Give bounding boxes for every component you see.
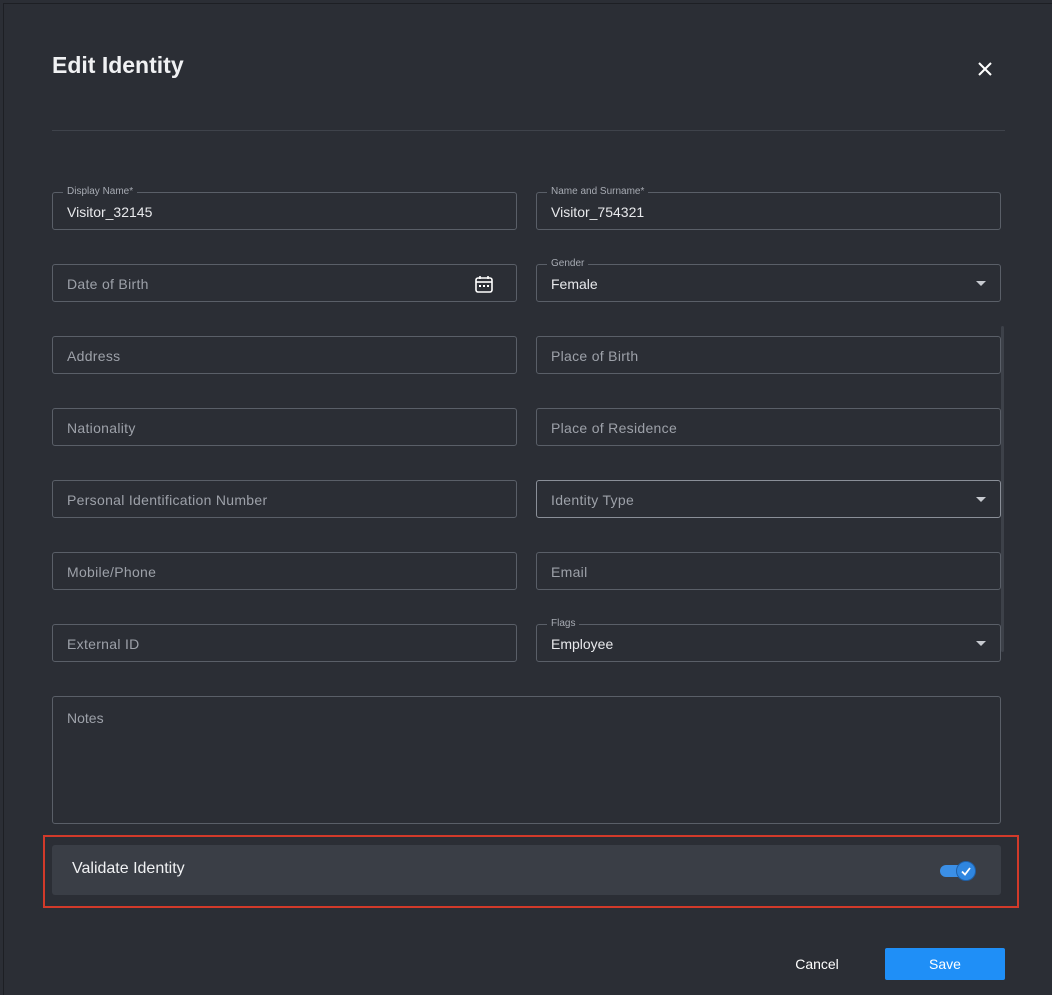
validate-identity-label: Validate Identity bbox=[72, 860, 185, 877]
flags-value: Employee bbox=[551, 636, 614, 652]
place-of-residence-field[interactable]: Place of Residence bbox=[536, 408, 1001, 446]
display-name-field[interactable]: Display Name* Visitor_32145 bbox=[52, 186, 517, 230]
cancel-button[interactable]: Cancel bbox=[774, 948, 860, 980]
email-placeholder: Email bbox=[551, 564, 588, 580]
save-button[interactable]: Save bbox=[885, 948, 1005, 980]
display-name-label: Display Name* bbox=[63, 186, 138, 198]
calendar-icon[interactable] bbox=[474, 274, 494, 294]
name-surname-field[interactable]: Name and Surname* Visitor_754321 bbox=[536, 186, 1001, 230]
mobile-phone-field[interactable]: Mobile/Phone bbox=[52, 552, 517, 590]
nationality-placeholder: Nationality bbox=[67, 420, 136, 436]
address-field[interactable]: Address bbox=[52, 336, 517, 374]
chevron-down-icon bbox=[976, 641, 986, 646]
chevron-down-icon bbox=[976, 281, 986, 286]
identity-type-placeholder: Identity Type bbox=[551, 492, 635, 508]
toggle-knob bbox=[956, 861, 976, 881]
chevron-down-icon bbox=[976, 497, 986, 502]
pin-field[interactable]: Personal Identification Number bbox=[52, 480, 517, 518]
validate-identity-row: Validate Identity bbox=[52, 845, 1001, 895]
display-name-value: Visitor_32145 bbox=[67, 204, 153, 220]
nationality-field[interactable]: Nationality bbox=[52, 408, 517, 446]
gender-label: Gender bbox=[547, 258, 589, 270]
mobile-phone-placeholder: Mobile/Phone bbox=[67, 564, 157, 580]
external-id-placeholder: External ID bbox=[67, 636, 140, 652]
external-id-field[interactable]: External ID bbox=[52, 624, 517, 662]
identity-type-select[interactable]: Identity Type bbox=[536, 480, 1001, 518]
flags-select[interactable]: Flags Employee bbox=[536, 618, 1001, 662]
place-of-birth-field[interactable]: Place of Birth bbox=[536, 336, 1001, 374]
place-of-birth-placeholder: Place of Birth bbox=[551, 348, 639, 364]
name-surname-value: Visitor_754321 bbox=[551, 204, 645, 220]
notes-placeholder: Notes bbox=[67, 710, 104, 726]
edit-identity-dialog: Edit Identity Display Name* Visitor_3214… bbox=[3, 3, 1052, 995]
date-of-birth-field[interactable]: Date of Birth bbox=[52, 264, 517, 302]
address-placeholder: Address bbox=[67, 348, 121, 364]
close-icon bbox=[978, 62, 992, 76]
check-icon bbox=[961, 867, 971, 876]
gender-value: Female bbox=[551, 276, 598, 292]
validate-identity-toggle[interactable] bbox=[940, 861, 978, 881]
place-of-residence-placeholder: Place of Residence bbox=[551, 420, 678, 436]
close-button[interactable] bbox=[972, 56, 998, 82]
flags-label: Flags bbox=[547, 618, 580, 630]
gender-select[interactable]: Gender Female bbox=[536, 258, 1001, 302]
header-divider bbox=[52, 130, 1005, 131]
dialog-title: Edit Identity bbox=[52, 52, 184, 78]
scrollbar[interactable] bbox=[1001, 326, 1004, 652]
email-field[interactable]: Email bbox=[536, 552, 1001, 590]
date-of-birth-placeholder: Date of Birth bbox=[67, 276, 149, 292]
notes-textarea[interactable]: Notes bbox=[52, 696, 1001, 824]
name-surname-label: Name and Surname* bbox=[547, 186, 649, 198]
pin-placeholder: Personal Identification Number bbox=[67, 492, 268, 508]
